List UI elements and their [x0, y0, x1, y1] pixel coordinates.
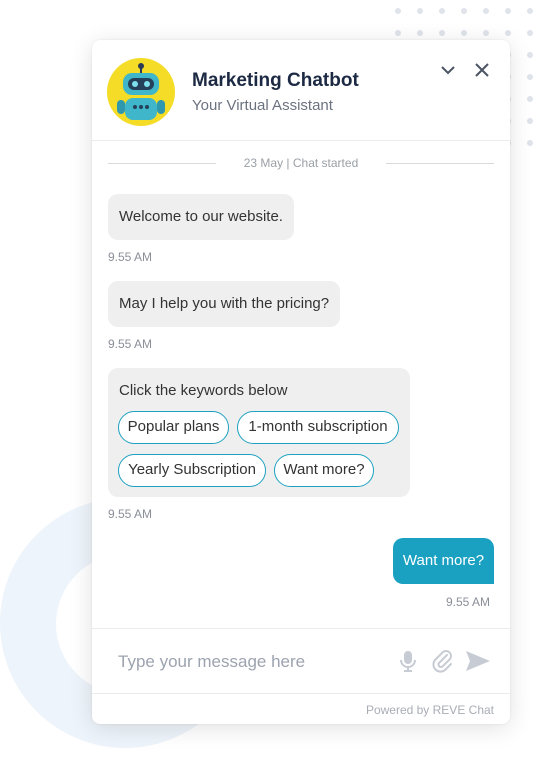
send-icon[interactable] [464, 648, 492, 674]
microphone-icon[interactable] [395, 648, 421, 674]
paperclip-icon[interactable] [430, 648, 456, 674]
keyword-chip-want-more[interactable]: Want more? [274, 454, 374, 487]
decorative-dot [505, 30, 511, 36]
message-composer [92, 628, 510, 694]
message-input[interactable] [116, 647, 380, 677]
decorative-dot [395, 30, 401, 36]
chat-header: Marketing Chatbot Your Virtual Assistant [92, 40, 510, 141]
decorative-dot [439, 30, 445, 36]
decorative-dot [527, 74, 533, 80]
decorative-dot [461, 30, 467, 36]
decorative-dot [483, 8, 489, 14]
decorative-dot [395, 8, 401, 14]
message-time: 9.55 AM [108, 507, 153, 521]
message-time: 9.55 AM [108, 250, 153, 264]
decorative-dot [483, 30, 489, 36]
keyword-chip-yearly-subscription[interactable]: Yearly Subscription [118, 454, 266, 487]
keyword-prompt: Click the keywords below [119, 382, 288, 399]
chat-date-label: 23 May | Chat started [243, 156, 359, 170]
chat-date-divider: 23 May | Chat started [108, 156, 494, 170]
robot-icon [107, 58, 175, 126]
decorative-dot [527, 96, 533, 102]
decorative-dot [527, 140, 533, 146]
chat-widget: Marketing Chatbot Your Virtual Assistant… [92, 40, 510, 724]
keyword-chip-popular-plans[interactable]: Popular plans [118, 411, 229, 444]
decorative-dot [527, 52, 533, 58]
decorative-dot [527, 30, 533, 36]
decorative-dot [417, 8, 423, 14]
close-icon[interactable] [472, 60, 492, 80]
chatbot-subtitle: Your Virtual Assistant [192, 97, 333, 114]
decorative-dot [527, 8, 533, 14]
decorative-dot [505, 8, 511, 14]
keyword-message: Click the keywords below Popular plans 1… [108, 368, 410, 497]
decorative-dot [527, 118, 533, 124]
decorative-dot [439, 8, 445, 14]
chevron-down-icon[interactable] [438, 60, 458, 80]
chatbot-title: Marketing Chatbot [192, 70, 359, 91]
message-time: 9.55 AM [108, 337, 153, 351]
powered-by-label: Powered by REVE Chat [365, 703, 494, 717]
message-time: 9.55 AM [446, 595, 491, 609]
decorative-dot [417, 30, 423, 36]
decorative-dot [461, 8, 467, 14]
user-message: Want more? [393, 538, 494, 584]
keyword-chip-1-month-subscription[interactable]: 1-month subscription [237, 411, 399, 444]
bot-message: May I help you with the pricing? [108, 281, 341, 327]
bot-message: Welcome to our website. [108, 194, 294, 240]
